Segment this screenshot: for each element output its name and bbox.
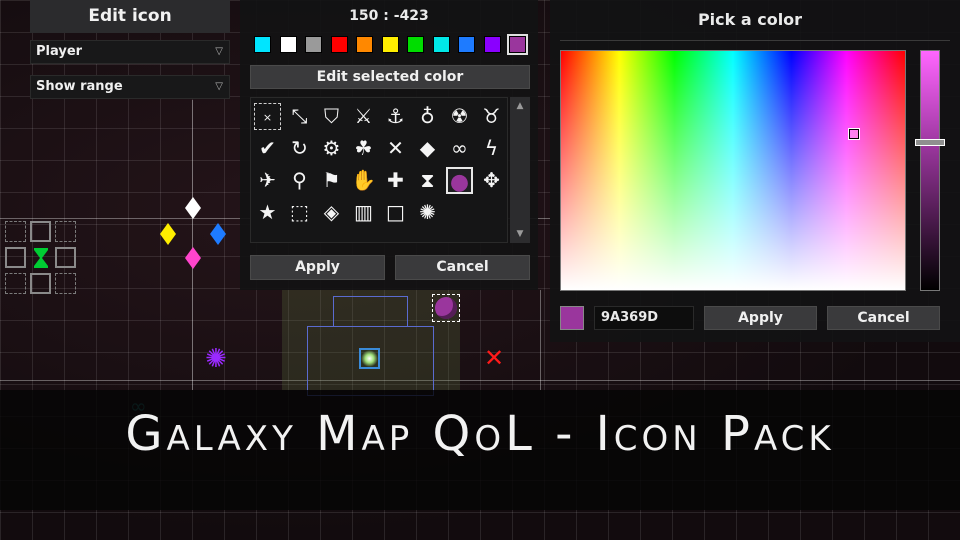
diamond-icon[interactable]: [208, 222, 228, 246]
vortex-icon[interactable]: ✺: [414, 199, 441, 226]
color-swatch-violet[interactable]: [483, 36, 501, 53]
spaceship-icon[interactable]: ✈: [254, 167, 281, 194]
divider: [560, 40, 950, 41]
flags-icon[interactable]: ⚑: [318, 167, 345, 194]
diamond-icon-shape: [210, 223, 226, 245]
icon-grid-scrollbar[interactable]: ▲ ▼: [510, 97, 530, 243]
gear-icon[interactable]: ⚙: [318, 135, 345, 162]
color-picker-panel: Pick a color 9A369D Apply Cancel: [550, 0, 960, 342]
hex-input[interactable]: 9A369D: [594, 306, 694, 330]
move-arrows-icon[interactable]: ✥: [478, 167, 505, 194]
none-icon[interactable]: ×: [254, 103, 281, 130]
color-swatch-gray[interactable]: [305, 36, 322, 53]
mask-icon[interactable]: ∞: [446, 135, 473, 162]
brightness-slider[interactable]: [915, 50, 945, 291]
diamond-icon[interactable]: [183, 246, 203, 270]
map-gridline: [0, 380, 960, 381]
close-x-icon[interactable]: ✕: [484, 346, 504, 370]
color-swatch-blue[interactable]: [458, 36, 475, 53]
edit-selected-color-button[interactable]: Edit selected color: [250, 65, 530, 89]
diamond-icon-shape: [185, 247, 201, 269]
color-swatch-cyan[interactable]: [254, 36, 271, 53]
range-region-border: [333, 296, 408, 326]
hand-icon[interactable]: ✋: [350, 167, 377, 194]
sector-cell[interactable]: [5, 221, 26, 242]
square-icon[interactable]: □: [382, 199, 409, 226]
player-ship-marker[interactable]: [359, 348, 380, 369]
shrink-arrows-icon[interactable]: ⤡: [286, 103, 313, 130]
shield-badge-icon[interactable]: ⛉: [318, 103, 345, 130]
sector-cell[interactable]: [5, 273, 26, 294]
coordinates-readout: 150 : -423: [349, 8, 429, 24]
hourglass-icon[interactable]: ⧗: [414, 167, 441, 194]
group-icon[interactable]: ☘: [350, 135, 377, 162]
trash-icon[interactable]: ▥: [350, 199, 377, 226]
planet-icon[interactable]: [435, 297, 457, 319]
sector-cell[interactable]: [55, 247, 76, 268]
diamond-icon[interactable]: ◆: [414, 135, 441, 162]
range-select[interactable]: Show range ▽: [30, 75, 230, 99]
sector-cell[interactable]: [55, 221, 76, 242]
color-swatch-green[interactable]: [407, 36, 424, 53]
map-pin-icon[interactable]: ⚲: [286, 167, 313, 194]
diamond-icon-shape: [160, 223, 176, 245]
owner-select-value: Player: [36, 44, 83, 59]
diamond-icon[interactable]: [183, 196, 203, 220]
sector-cell[interactable]: [30, 221, 51, 242]
title-banner: Galaxy Map QoL - Icon Pack: [0, 390, 960, 510]
hourglass-icon-shape: [34, 248, 48, 268]
checkmark-icon[interactable]: ✔: [254, 135, 281, 162]
color-swatch-orange[interactable]: [356, 36, 373, 53]
cross-x-icon[interactable]: ✕: [382, 135, 409, 162]
scroll-up-icon[interactable]: ▲: [510, 99, 530, 113]
chevron-down-icon: ▽: [215, 46, 223, 57]
shield-icon[interactable]: ◈: [318, 199, 345, 226]
color-cancel-button[interactable]: Cancel: [827, 306, 940, 330]
apply-button[interactable]: Apply: [250, 255, 385, 280]
range-select-value: Show range: [36, 79, 123, 94]
color-cursor[interactable]: [848, 128, 860, 140]
planet-icon[interactable]: ●: [446, 167, 473, 195]
cancel-button[interactable]: Cancel: [395, 255, 530, 280]
sector-cell[interactable]: [30, 273, 51, 294]
bull-skull-icon[interactable]: ♉: [478, 103, 505, 130]
money-bag-icon[interactable]: ♁: [414, 103, 441, 130]
color-swatch-white[interactable]: [279, 36, 297, 53]
color-picker-title: Pick a color: [697, 10, 803, 29]
bug-icon[interactable]: ☢: [446, 103, 473, 130]
color-swatch-red[interactable]: [330, 36, 348, 53]
sector-cell[interactable]: [55, 273, 76, 294]
chevron-down-icon: ▽: [215, 81, 223, 92]
map-gridline: [540, 290, 541, 390]
banner-title: Galaxy Map QoL - Icon Pack: [125, 406, 835, 462]
star-icon[interactable]: ★: [254, 199, 281, 226]
color-apply-button[interactable]: Apply: [704, 306, 817, 330]
color-swatch-yellow[interactable]: [381, 36, 399, 53]
owner-select[interactable]: Player ▽: [30, 40, 230, 64]
refresh-icon[interactable]: ↻: [286, 135, 313, 162]
edit-icon-panel: Edit icon Player ▽ Show range ▽: [0, 0, 240, 104]
plus-icon[interactable]: ✚: [382, 167, 409, 194]
sector-cell[interactable]: [5, 247, 26, 268]
color-preview-swatch: [560, 306, 584, 330]
dashed-square-icon[interactable]: ⬚: [286, 199, 313, 226]
scroll-down-icon[interactable]: ▼: [510, 227, 530, 241]
vortex-icon[interactable]: ✺: [205, 346, 227, 372]
color-swatch-purple[interactable]: [507, 34, 528, 55]
diamond-icon[interactable]: [158, 222, 178, 246]
icon-editor-panel: 150 : -423 Edit selected color × ⤡ ⛉ ⚔ ⚓ ♁ ☢ ♉ ✔…: [240, 0, 538, 290]
diamond-icon-shape: [185, 197, 201, 219]
brightness-slider-handle[interactable]: [915, 139, 945, 146]
icon-grid: × ⤡ ⛉ ⚔ ⚓ ♁ ☢ ♉ ✔ ↻ ⚙ ☘ ✕ ◆ ∞ ϟ ✈ ⚲ ⚑ ✋ ✚ ⧗ ● ✥ ★ ⬚ ◈ ▥ □ ✺: [250, 97, 508, 243]
anchor-icon[interactable]: ⚓: [382, 103, 409, 130]
hourglass-icon[interactable]: [31, 247, 51, 269]
hue-saturation-field[interactable]: [560, 50, 906, 291]
crossed-swords-icon[interactable]: ⚔: [350, 103, 377, 130]
lightning-icon[interactable]: ϟ: [478, 135, 505, 162]
panel-title: Edit icon: [30, 0, 230, 33]
map-gridline: [192, 100, 193, 390]
color-swatch-teal[interactable]: [432, 36, 450, 53]
